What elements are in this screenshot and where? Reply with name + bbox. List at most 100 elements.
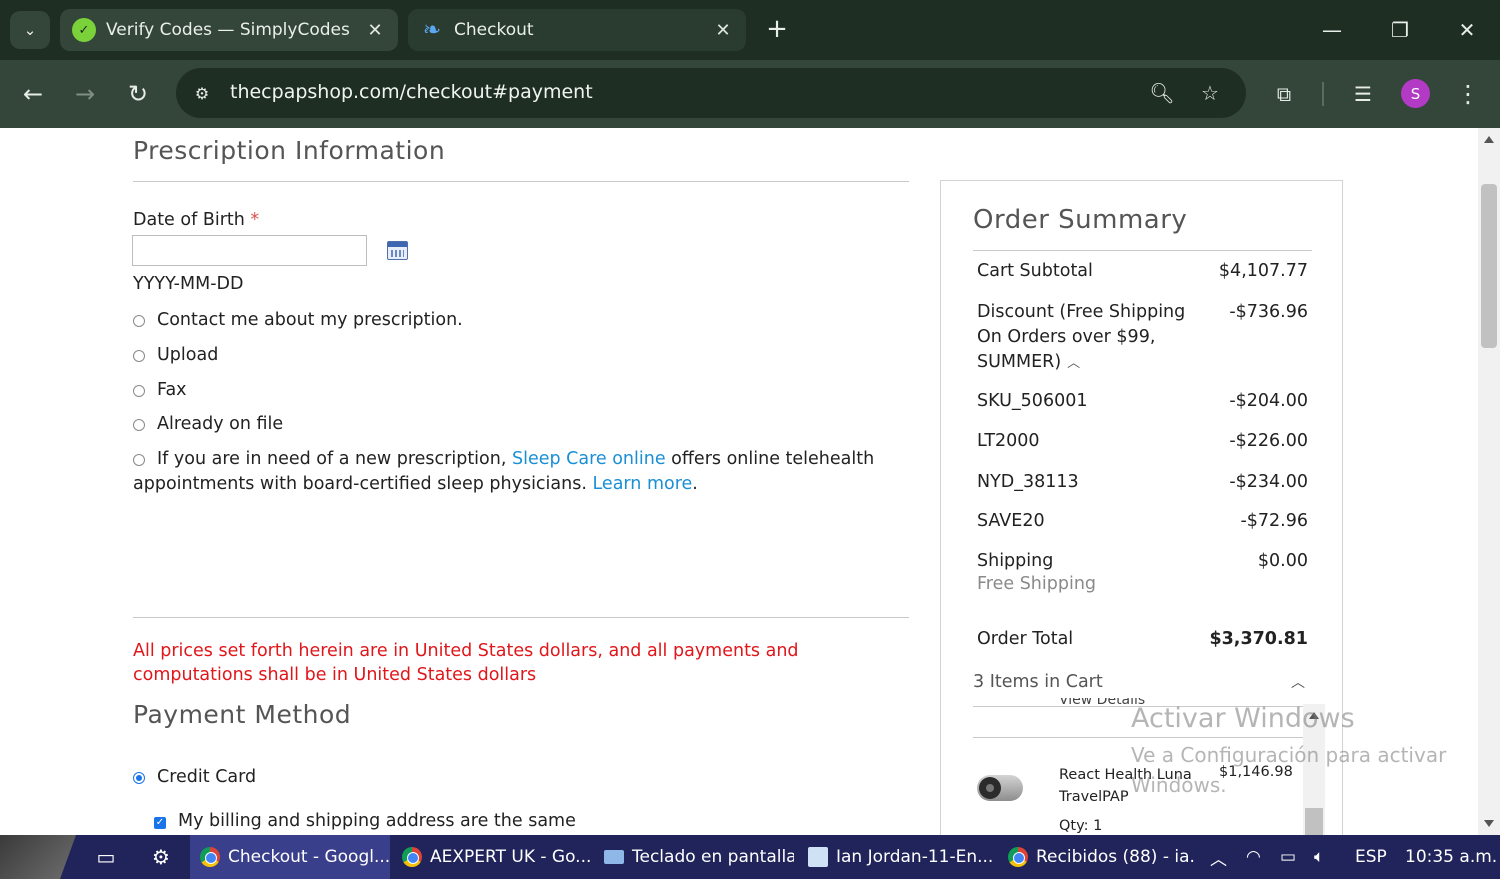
more-vertical-icon: ⋮ bbox=[1456, 80, 1480, 108]
subtotal-value: $4,107.77 bbox=[1218, 261, 1308, 281]
scroll-thumb[interactable] bbox=[1481, 184, 1497, 348]
browser-menu-button[interactable]: ⋮ bbox=[1450, 76, 1486, 112]
subtotal-row: Cart Subtotal $4,107.77 bbox=[977, 259, 1308, 284]
page-scrollbar[interactable] bbox=[1478, 128, 1500, 835]
credit-card-label[interactable]: Credit Card bbox=[157, 767, 256, 787]
task-view-icon[interactable]: ▭ bbox=[91, 843, 121, 871]
media-controls-button[interactable]: ☰ bbox=[1345, 76, 1381, 112]
divider bbox=[133, 617, 909, 618]
taskbar-item-checkout[interactable]: Checkout - Googl... bbox=[190, 835, 390, 879]
taskbar-item-notepad[interactable]: Ian Jordan-11-En... bbox=[798, 835, 994, 879]
discount-line: NYD_38113 -$234.00 bbox=[977, 470, 1308, 495]
tab-title: Verify Codes — SimplyCodes bbox=[106, 20, 350, 40]
chrome-icon bbox=[1008, 847, 1028, 867]
reload-icon: ↻ bbox=[127, 80, 149, 108]
new-tab-button[interactable]: + bbox=[762, 14, 792, 46]
telehealth-text: If you are in need of a new prescription… bbox=[133, 449, 875, 494]
chevron-up-icon: ︿ bbox=[1067, 356, 1081, 371]
minimize-button[interactable]: — bbox=[1312, 14, 1352, 46]
reload-button[interactable]: ↻ bbox=[120, 76, 156, 112]
simplycodes-icon: ✓ bbox=[72, 18, 96, 42]
forward-button[interactable]: → bbox=[67, 76, 103, 112]
discount-amount: -$204.00 bbox=[1229, 391, 1308, 411]
back-button[interactable]: ← bbox=[15, 76, 51, 112]
tab-search-button[interactable]: ⌄ bbox=[10, 11, 50, 49]
dob-input[interactable] bbox=[132, 235, 367, 266]
tab-strip: ⌄ ✓ Verify Codes — SimplyCodes ✕ ❧ Check… bbox=[0, 0, 1500, 60]
clock[interactable]: 10:35 a.m. bbox=[1405, 835, 1497, 879]
puzzle-icon: ⧉ bbox=[1276, 82, 1292, 106]
items-in-cart-toggle[interactable]: 3 Items in Cart bbox=[973, 672, 1103, 692]
divider bbox=[973, 737, 1312, 738]
radio-on-file[interactable] bbox=[133, 419, 145, 431]
order-total-label: Order Total bbox=[977, 629, 1074, 649]
billing-same-checkbox[interactable]: ✓ bbox=[154, 817, 166, 829]
calendar-icon[interactable] bbox=[387, 241, 408, 260]
learn-more-link[interactable]: Learn more bbox=[592, 474, 692, 494]
billing-same-label[interactable]: My billing and shipping address are the … bbox=[178, 811, 576, 831]
radio-fax[interactable] bbox=[133, 385, 145, 397]
tab-simplycodes[interactable]: ✓ Verify Codes — SimplyCodes ✕ bbox=[60, 9, 398, 51]
discount-amount: -$234.00 bbox=[1229, 472, 1308, 492]
radio-contact[interactable] bbox=[133, 315, 145, 327]
zoom-icon[interactable]: 🔍︎ bbox=[1146, 77, 1178, 109]
option-contact-label[interactable]: Contact me about my prescription. bbox=[157, 310, 463, 330]
tray-overflow-icon[interactable]: ︿ bbox=[1210, 835, 1227, 879]
discount-code: LT2000 bbox=[977, 431, 1040, 451]
scroll-down-arrow[interactable] bbox=[1484, 820, 1494, 827]
order-summary-title: Order Summary bbox=[973, 205, 1188, 235]
profile-avatar[interactable]: S bbox=[1401, 79, 1430, 108]
playlist-icon: ☰ bbox=[1354, 82, 1372, 106]
option-on-file-label[interactable]: Already on file bbox=[157, 414, 283, 434]
discount-code: SKU_506001 bbox=[977, 391, 1088, 411]
shipping-row: Shipping $0.00 bbox=[977, 549, 1308, 574]
notepad-icon bbox=[808, 847, 828, 867]
scroll-thumb[interactable] bbox=[1305, 808, 1323, 835]
bookmark-star-icon[interactable]: ☆ bbox=[1194, 77, 1226, 109]
chevron-down-icon: ⌄ bbox=[23, 21, 37, 39]
close-window-button[interactable]: ✕ bbox=[1447, 14, 1487, 46]
shipping-label: Shipping bbox=[977, 551, 1054, 571]
order-total-value: $3,370.81 bbox=[1209, 629, 1308, 649]
discount-code: NYD_38113 bbox=[977, 472, 1079, 492]
tab-checkout[interactable]: ❧ Checkout ✕ bbox=[408, 9, 746, 51]
close-tab-icon[interactable]: ✕ bbox=[360, 20, 390, 41]
shipping-method: Free Shipping bbox=[977, 574, 1097, 594]
start-button[interactable] bbox=[0, 835, 76, 879]
currency-notice: All prices set forth herein are in Unite… bbox=[133, 641, 799, 685]
toolbar-divider bbox=[1322, 82, 1324, 106]
shipping-value: $0.00 bbox=[1257, 551, 1308, 571]
chevron-up-icon[interactable]: ︿ bbox=[1291, 672, 1305, 692]
chrome-icon bbox=[402, 847, 422, 867]
discount-amount: -$72.96 bbox=[1240, 511, 1308, 531]
battery-icon[interactable]: ▭ bbox=[1280, 835, 1296, 879]
language-indicator[interactable]: ESP bbox=[1355, 835, 1387, 879]
product-qty: Qty: 1 bbox=[1059, 818, 1103, 834]
address-bar[interactable]: ⚙ thecpapshop.com/checkout#payment 🔍︎ ☆ bbox=[176, 68, 1246, 118]
volume-icon[interactable]: 🔈︎ bbox=[1314, 835, 1324, 879]
option-fax-label[interactable]: Fax bbox=[157, 380, 187, 400]
taskbar-item-inbox[interactable]: Recibidos (88) - ia... bbox=[998, 835, 1194, 879]
radio-credit-card[interactable] bbox=[133, 772, 145, 784]
sleep-care-online-link[interactable]: Sleep Care online bbox=[512, 449, 666, 469]
site-settings-icon[interactable]: ⚙ bbox=[186, 77, 218, 109]
url-text: thecpapshop.com/checkout#payment bbox=[230, 81, 593, 103]
keyboard-icon bbox=[604, 850, 624, 864]
radio-upload[interactable] bbox=[133, 350, 145, 362]
payment-method-title: Payment Method bbox=[133, 700, 352, 729]
option-upload-label[interactable]: Upload bbox=[157, 345, 218, 365]
discount-row[interactable]: Discount (Free Shipping On Orders over $… bbox=[977, 300, 1308, 375]
scroll-up-arrow[interactable] bbox=[1484, 136, 1494, 143]
taskbar-item-keyboard[interactable]: Teclado en pantalla bbox=[594, 835, 794, 879]
divider bbox=[133, 181, 909, 182]
discount-label: Discount (Free Shipping On Orders over $… bbox=[977, 302, 1186, 372]
discount-amount: -$226.00 bbox=[1229, 431, 1308, 451]
network-icon[interactable]: ◠ bbox=[1246, 835, 1261, 879]
restore-button[interactable]: ❐ bbox=[1380, 14, 1420, 46]
order-summary: Order Summary Cart Subtotal $4,107.77 Di… bbox=[940, 180, 1343, 835]
close-tab-icon[interactable]: ✕ bbox=[708, 20, 738, 41]
discount-line: SAVE20 -$72.96 bbox=[977, 509, 1308, 534]
taskbar-item-aexpert[interactable]: AEXPERT UK - Go... bbox=[392, 835, 590, 879]
settings-gear-icon[interactable]: ⚙ bbox=[146, 843, 176, 871]
extensions-button[interactable]: ⧉ bbox=[1266, 76, 1302, 112]
